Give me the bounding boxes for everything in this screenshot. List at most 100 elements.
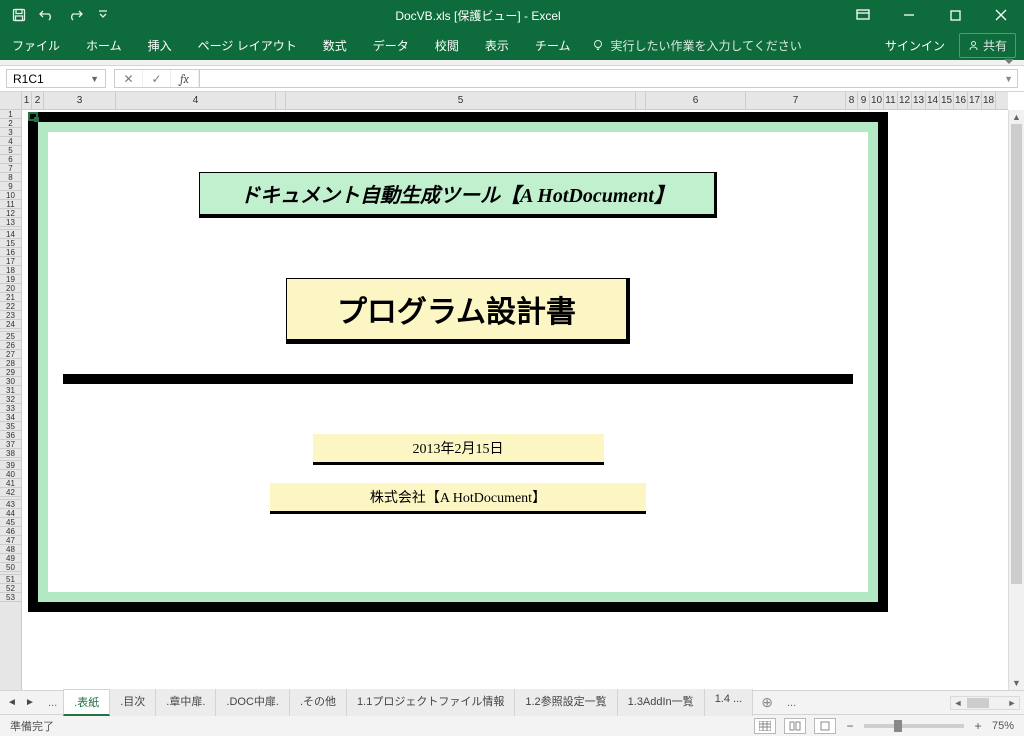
- row-header[interactable]: 24: [0, 320, 21, 329]
- column-header[interactable]: 12: [898, 92, 912, 109]
- zoom-in-button[interactable]: +: [972, 719, 984, 733]
- normal-view-icon[interactable]: [754, 718, 776, 734]
- column-header[interactable]: 4: [116, 92, 276, 109]
- select-all-corner[interactable]: [0, 92, 22, 110]
- column-header[interactable]: [636, 92, 646, 109]
- row-header[interactable]: 13: [0, 218, 21, 227]
- qat-customize-icon[interactable]: [90, 2, 116, 28]
- row-header[interactable]: 53: [0, 593, 21, 602]
- column-header[interactable]: 18: [982, 92, 996, 109]
- zoom-level[interactable]: 75%: [992, 720, 1014, 732]
- formula-input[interactable]: ▼: [200, 69, 1018, 88]
- zoom-slider[interactable]: [864, 724, 964, 728]
- minimize-icon[interactable]: [886, 0, 932, 30]
- sheet-tab[interactable]: .章中扉.: [156, 689, 216, 716]
- cancel-formula-icon[interactable]: ✕: [115, 70, 143, 87]
- company-field: 株式会社【A HotDocument】: [270, 483, 646, 514]
- column-header[interactable]: 6: [646, 92, 746, 109]
- tab-nav-prev-icon[interactable]: ◄: [4, 694, 20, 712]
- sheet-tab[interactable]: 1.2参照設定一覧: [515, 689, 617, 716]
- sheet-tab[interactable]: .DOC中扉.: [216, 689, 290, 716]
- ribbon-collapse-strip[interactable]: [0, 60, 1024, 66]
- tab-review[interactable]: 校閲: [431, 31, 463, 60]
- share-button[interactable]: 共有: [959, 33, 1016, 58]
- scroll-left-icon[interactable]: ◄: [951, 698, 965, 708]
- tab-overflow-prev[interactable]: ...: [42, 697, 63, 709]
- date-field: 2013年2月15日: [313, 434, 604, 465]
- column-header[interactable]: 8: [846, 92, 858, 109]
- vertical-scrollbar[interactable]: ▲ ▼: [1008, 110, 1024, 690]
- column-header[interactable]: 7: [746, 92, 846, 109]
- zoom-out-button[interactable]: −: [844, 719, 856, 733]
- tab-home[interactable]: ホーム: [82, 31, 126, 60]
- tab-nav-next-icon[interactable]: ►: [22, 694, 38, 712]
- window-controls: [840, 0, 1024, 30]
- maximize-icon[interactable]: [932, 0, 978, 30]
- sign-in-link[interactable]: サインイン: [885, 37, 945, 54]
- page-break-view-icon[interactable]: [814, 718, 836, 734]
- ribbon-tabs: ファイル ホーム 挿入 ページ レイアウト 数式 データ 校閲 表示 チーム 実…: [0, 30, 1024, 60]
- tab-overflow-next[interactable]: ...: [781, 697, 802, 709]
- scroll-right-icon[interactable]: ►: [1005, 698, 1019, 708]
- column-header[interactable]: [276, 92, 286, 109]
- redo-icon[interactable]: [62, 2, 88, 28]
- fx-icon[interactable]: fx: [171, 70, 199, 87]
- formula-buttons: ✕ ✓ fx: [114, 69, 200, 88]
- column-header[interactable]: 13: [912, 92, 926, 109]
- cell-canvas[interactable]: ドキュメント自動生成ツール【A HotDocument】 プログラム設計書 20…: [22, 110, 1008, 690]
- column-headers[interactable]: 123456789101112131415161718: [22, 92, 1008, 110]
- horizontal-scrollbar[interactable]: ◄ ►: [950, 696, 1020, 710]
- column-header[interactable]: 15: [940, 92, 954, 109]
- document-frame: ドキュメント自動生成ツール【A HotDocument】 プログラム設計書 20…: [28, 112, 888, 612]
- tab-page-layout[interactable]: ページ レイアウト: [194, 31, 301, 60]
- tab-team[interactable]: チーム: [531, 31, 575, 60]
- page-layout-view-icon[interactable]: [784, 718, 806, 734]
- document-title-banner: プログラム設計書: [286, 278, 630, 344]
- row-header[interactable]: 50: [0, 563, 21, 572]
- column-header[interactable]: 17: [968, 92, 982, 109]
- column-header[interactable]: 10: [870, 92, 884, 109]
- save-icon[interactable]: [6, 2, 32, 28]
- tab-formulas[interactable]: 数式: [319, 31, 351, 60]
- sheet-tab[interactable]: .その他: [290, 689, 347, 716]
- sheet-tab[interactable]: 1.3AddIn一覧: [618, 689, 705, 716]
- scroll-up-icon[interactable]: ▲: [1009, 110, 1024, 124]
- column-header[interactable]: 16: [954, 92, 968, 109]
- document-page: ドキュメント自動生成ツール【A HotDocument】 プログラム設計書 20…: [48, 132, 868, 592]
- tab-view[interactable]: 表示: [481, 31, 513, 60]
- hscroll-thumb[interactable]: [967, 698, 989, 708]
- divider-line: [63, 374, 853, 384]
- row-header[interactable]: 38: [0, 449, 21, 458]
- tab-insert[interactable]: 挿入: [144, 31, 176, 60]
- name-box-value: R1C1: [13, 72, 44, 86]
- tell-me-search[interactable]: 実行したい作業を入力してください: [592, 37, 801, 54]
- zoom-slider-handle[interactable]: [894, 720, 902, 732]
- tab-data[interactable]: データ: [369, 31, 413, 60]
- undo-icon[interactable]: [34, 2, 60, 28]
- column-header[interactable]: 1: [22, 92, 32, 109]
- column-header[interactable]: 11: [884, 92, 898, 109]
- row-header[interactable]: 42: [0, 488, 21, 497]
- sheet-tab[interactable]: .表紙: [63, 689, 110, 716]
- sheet-tabs-list: .表紙.目次.章中扉..DOC中扉..その他1.1プロジェクトファイル情報1.2…: [63, 689, 753, 716]
- close-icon[interactable]: [978, 0, 1024, 30]
- ribbon-display-icon[interactable]: [840, 0, 886, 30]
- worksheet-area: 123456789101112131415161718 123456789101…: [0, 92, 1024, 690]
- row-headers[interactable]: 1234567891011121314151617181920212223242…: [0, 110, 22, 690]
- scroll-down-icon[interactable]: ▼: [1009, 676, 1024, 690]
- name-box[interactable]: R1C1 ▼: [6, 69, 106, 88]
- column-header[interactable]: 3: [44, 92, 116, 109]
- column-header[interactable]: 2: [32, 92, 44, 109]
- sheet-tab[interactable]: .目次: [110, 689, 156, 716]
- enter-formula-icon[interactable]: ✓: [143, 70, 171, 87]
- column-header[interactable]: 9: [858, 92, 870, 109]
- sheet-tab[interactable]: 1.4 ...: [705, 689, 754, 716]
- column-header[interactable]: 14: [926, 92, 940, 109]
- tab-file[interactable]: ファイル: [8, 31, 64, 60]
- share-label: 共有: [983, 37, 1007, 54]
- scroll-thumb[interactable]: [1011, 124, 1022, 584]
- column-header[interactable]: 5: [286, 92, 636, 109]
- sheet-tab[interactable]: 1.1プロジェクトファイル情報: [347, 689, 515, 716]
- add-sheet-icon[interactable]: ⊕: [753, 694, 781, 711]
- chevron-down-icon[interactable]: ▼: [90, 74, 99, 84]
